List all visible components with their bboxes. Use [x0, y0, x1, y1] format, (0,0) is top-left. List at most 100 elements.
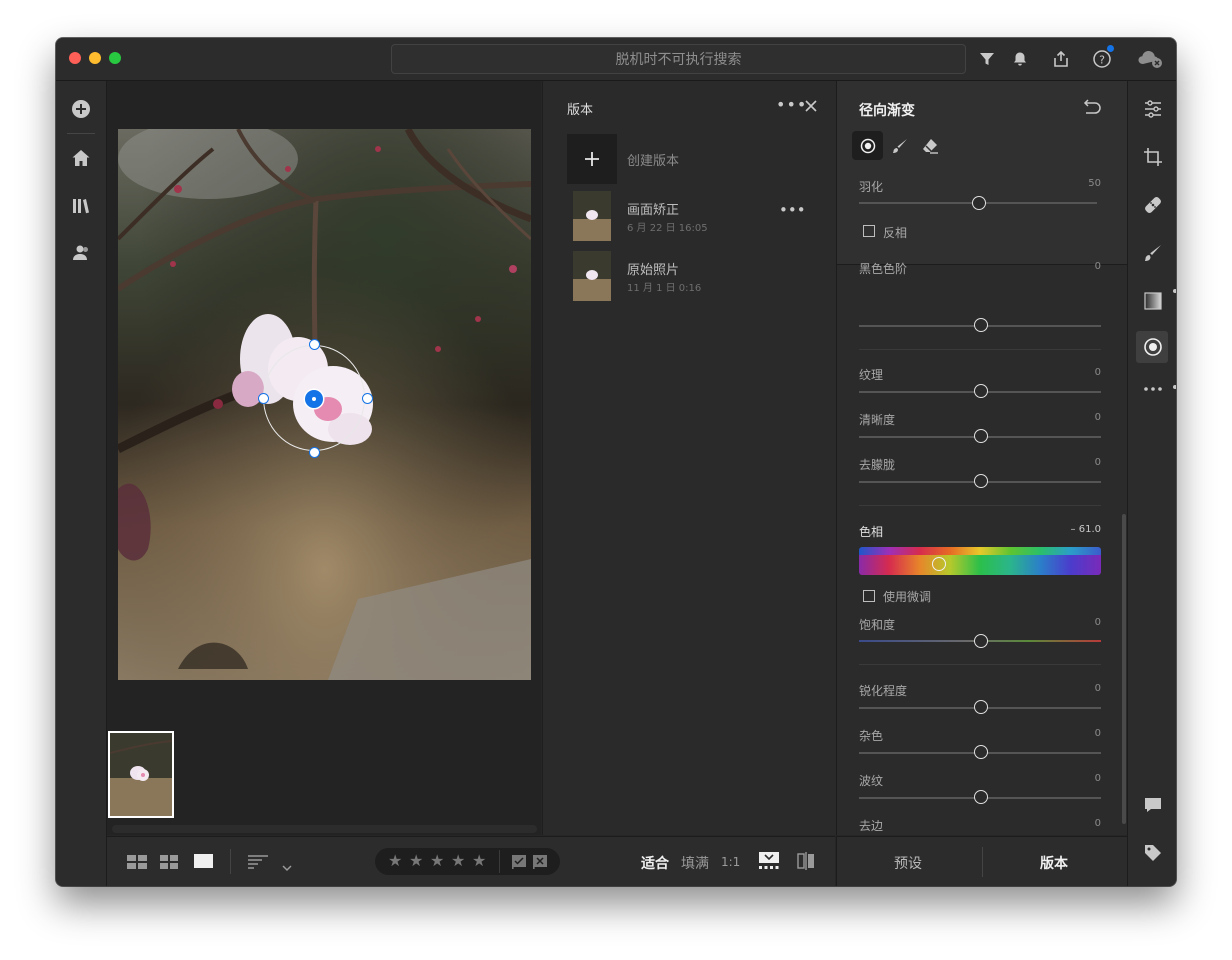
radial-handle-top[interactable] [309, 339, 320, 350]
chevron-down-icon[interactable] [282, 857, 292, 876]
texture-knob[interactable] [974, 384, 988, 398]
sort-icon[interactable] [248, 854, 268, 873]
fine-tune-label: 使用微调 [883, 590, 932, 604]
version-thumbnail [573, 191, 611, 241]
hue-knob[interactable] [932, 557, 946, 571]
compare-icon[interactable] [796, 851, 816, 875]
filter-icon[interactable] [976, 48, 998, 70]
fine-tune-checkbox[interactable] [863, 590, 875, 602]
create-version-button[interactable] [567, 134, 617, 184]
dehaze-knob[interactable] [974, 474, 988, 488]
sliders-icon[interactable] [1141, 97, 1165, 121]
grid-icon[interactable] [160, 854, 178, 873]
zoom-window-button[interactable] [109, 52, 121, 64]
clarity-label: 清晰度 [859, 413, 896, 427]
notification-dot [1107, 45, 1114, 52]
blacks-label: 黑色色阶 [859, 262, 908, 276]
version-more-icon[interactable]: ••• [779, 201, 806, 219]
zoom-fit-button[interactable]: 适合 [641, 853, 669, 873]
zoom-fill-button[interactable]: 填满 [681, 853, 709, 873]
blacks-knob[interactable] [974, 318, 988, 332]
brush-tool-icon[interactable] [1141, 241, 1165, 265]
tab-presets[interactable]: 预设 [894, 853, 922, 873]
version-item[interactable]: 画面矫正 6 月 22 日 16:05 ••• [543, 185, 836, 245]
star-rating-5[interactable]: ★ [472, 851, 486, 870]
radial-tool-button[interactable] [852, 131, 883, 160]
close-icon[interactable] [805, 97, 817, 116]
version-item[interactable]: 原始照片 11 月 1 日 0:16 [543, 245, 836, 305]
clarity-knob[interactable] [974, 429, 988, 443]
crop-icon[interactable] [1141, 145, 1165, 169]
tab-divider [982, 847, 983, 877]
filmstrip-thumbnail[interactable] [108, 731, 174, 818]
section-divider [859, 349, 1101, 350]
feather-knob[interactable] [972, 196, 986, 210]
linear-gradient-icon[interactable] [1141, 289, 1165, 313]
library-icon[interactable] [69, 194, 93, 218]
tab-versions[interactable]: 版本 [1040, 853, 1068, 873]
noise-label: 杂色 [859, 729, 884, 743]
versions-more-icon[interactable]: ••• [776, 95, 807, 114]
eraser-icon[interactable] [921, 137, 939, 159]
noise-knob[interactable] [974, 745, 988, 759]
help-icon[interactable]: ? [1091, 45, 1114, 70]
active-indicator-dot [1173, 289, 1176, 293]
close-window-button[interactable] [69, 52, 81, 64]
hue-spectrum-top [859, 547, 1101, 555]
comment-icon[interactable] [1141, 793, 1165, 817]
star-rating-3[interactable]: ★ [430, 851, 444, 870]
left-sidebar [56, 81, 107, 886]
photo-canvas [107, 81, 541, 835]
share-icon[interactable] [1050, 48, 1072, 70]
rating-divider [499, 850, 500, 873]
bell-icon[interactable] [1009, 48, 1031, 70]
version-name: 画面矫正 [627, 203, 680, 218]
app-window: 脱机时不可执行搜索 ? 版本 ••• 创建版本 画面矫正 6 月 22 日 16… [56, 38, 1176, 886]
radial-center-dot [312, 397, 316, 401]
tag-icon[interactable] [1141, 841, 1165, 865]
invert-label: 反相 [883, 226, 908, 240]
square-grid-icon[interactable] [127, 854, 147, 873]
zoom-1to1-button[interactable]: 1:1 [721, 855, 740, 869]
create-version-label[interactable]: 创建版本 [627, 150, 679, 169]
noise-value: 0 [1094, 728, 1101, 739]
star-rating-2[interactable]: ★ [409, 851, 423, 870]
radial-handle-bottom[interactable] [309, 447, 320, 458]
svg-text:?: ? [1099, 54, 1105, 67]
search-input[interactable]: 脱机时不可执行搜索 [391, 44, 966, 74]
toolbar-divider [230, 849, 231, 874]
healing-icon[interactable] [1141, 193, 1165, 217]
brush-icon[interactable] [891, 137, 909, 159]
sharpness-knob[interactable] [974, 700, 988, 714]
version-name: 原始照片 [627, 263, 680, 278]
main-photo[interactable] [118, 129, 531, 680]
filmstrip-icon[interactable] [759, 852, 779, 874]
radial-filter-icon [860, 138, 875, 153]
pick-flag-icon[interactable] [512, 854, 526, 873]
thumbnail-image [110, 733, 172, 816]
reset-icon[interactable] [1082, 99, 1102, 119]
invert-checkbox[interactable] [863, 225, 875, 237]
filmstrip-scrollbar[interactable] [112, 825, 537, 833]
hue-slider[interactable] [859, 555, 1101, 575]
more-tools-icon[interactable] [1141, 377, 1165, 401]
reject-flag-icon[interactable] [533, 854, 547, 873]
moire-knob[interactable] [974, 790, 988, 804]
radial-gradient-icon[interactable] [1141, 335, 1165, 359]
star-rating-4[interactable]: ★ [451, 851, 465, 870]
star-rating-1[interactable]: ★ [388, 851, 402, 870]
radial-handle-left[interactable] [258, 393, 269, 404]
detail-view-icon[interactable] [194, 854, 213, 868]
version-thumbnail [573, 251, 611, 301]
people-icon[interactable] [69, 241, 93, 265]
texture-label: 纹理 [859, 368, 884, 382]
edit-panel-scrollbar[interactable] [1122, 514, 1126, 824]
minimize-window-button[interactable] [89, 52, 101, 64]
home-icon[interactable] [69, 146, 93, 170]
defringe-label: 去边 [859, 819, 884, 833]
moire-label: 波纹 [859, 774, 884, 788]
add-icon[interactable] [69, 97, 93, 121]
cloud-offline-icon[interactable] [1136, 48, 1166, 70]
radial-handle-right[interactable] [362, 393, 373, 404]
saturation-knob[interactable] [974, 634, 988, 648]
